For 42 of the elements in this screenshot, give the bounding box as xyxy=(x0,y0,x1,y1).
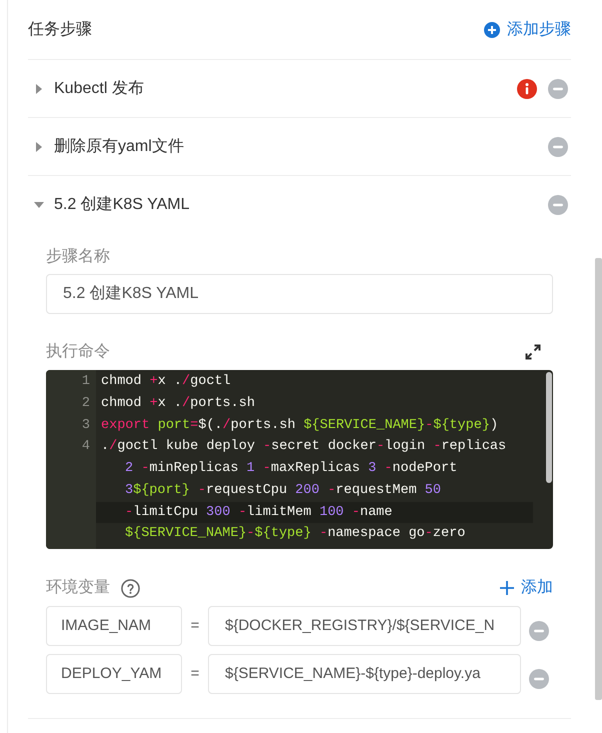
code-line: chmod +x ./ports.sh xyxy=(100,394,256,413)
plus-icon xyxy=(499,580,515,596)
code-line: export port=$(./ports.sh ${SERVICE_NAME}-${type}) xyxy=(100,416,500,434)
plus-circle-icon xyxy=(484,22,500,38)
code-editor[interactable] xyxy=(46,370,553,549)
scrollbar-thumb[interactable] xyxy=(595,258,602,700)
minus-circle-icon[interactable] xyxy=(529,621,549,641)
add-button[interactable]: 添加 xyxy=(499,576,553,600)
field-label: 执行命令 xyxy=(46,342,110,362)
caret-down-icon[interactable] xyxy=(34,202,44,208)
code-line: 3${port} -requestCpu 200 -requestMem 50 xyxy=(124,482,442,500)
line-number: 2 xyxy=(82,394,90,413)
step-title[interactable]: 5.2 创建K8S YAML xyxy=(54,192,190,216)
equals-sign: = xyxy=(190,664,200,684)
input-field[interactable]: ${DOCKER_REGISTRY}/${SERVICE_N xyxy=(208,606,521,646)
equals-sign: = xyxy=(190,616,200,636)
add-step-button[interactable]: 添加步骤 xyxy=(484,18,571,42)
scrollbar-thumb[interactable] xyxy=(546,372,552,483)
code-line: ${SERVICE_NAME}-${type} -namespace go-zero xyxy=(124,525,466,544)
step-title[interactable]: 删除原有yaml文件 xyxy=(54,134,184,158)
caret-right-icon[interactable] xyxy=(36,142,42,152)
input-field[interactable]: IMAGE_NAM xyxy=(46,606,182,646)
input-field[interactable]: 5.2 创建K8S YAML xyxy=(46,274,553,314)
minus-circle-icon[interactable] xyxy=(548,136,568,156)
line-number: 3 xyxy=(82,416,90,434)
line-number: 1 xyxy=(82,373,90,391)
input-field[interactable]: DEPLOY_YAM xyxy=(46,654,182,694)
caret-right-icon[interactable] xyxy=(36,84,42,94)
expand-icon[interactable] xyxy=(524,343,542,361)
field-label: 环境变量 xyxy=(46,578,110,598)
minus-circle-icon[interactable] xyxy=(548,78,568,98)
line-number: 4 xyxy=(82,438,90,456)
field-label: 步骤名称 xyxy=(46,246,111,267)
minus-circle-icon[interactable] xyxy=(529,669,549,689)
code-line: ./goctl kube deploy -secret docker-login -replicas xyxy=(100,438,508,456)
minus-circle-icon[interactable] xyxy=(548,194,568,214)
code-line: 2 -minReplicas 1 -maxReplicas 3 -nodePort xyxy=(124,460,458,478)
help-icon[interactable] xyxy=(121,578,140,598)
step-title[interactable]: Kubectl 发布 xyxy=(54,76,144,100)
input-field[interactable]: ${SERVICE_NAME}-${type}-deploy.ya xyxy=(208,654,521,694)
code-line: chmod +x ./goctl xyxy=(100,373,232,391)
section-title: 任务步骤 xyxy=(28,20,92,40)
